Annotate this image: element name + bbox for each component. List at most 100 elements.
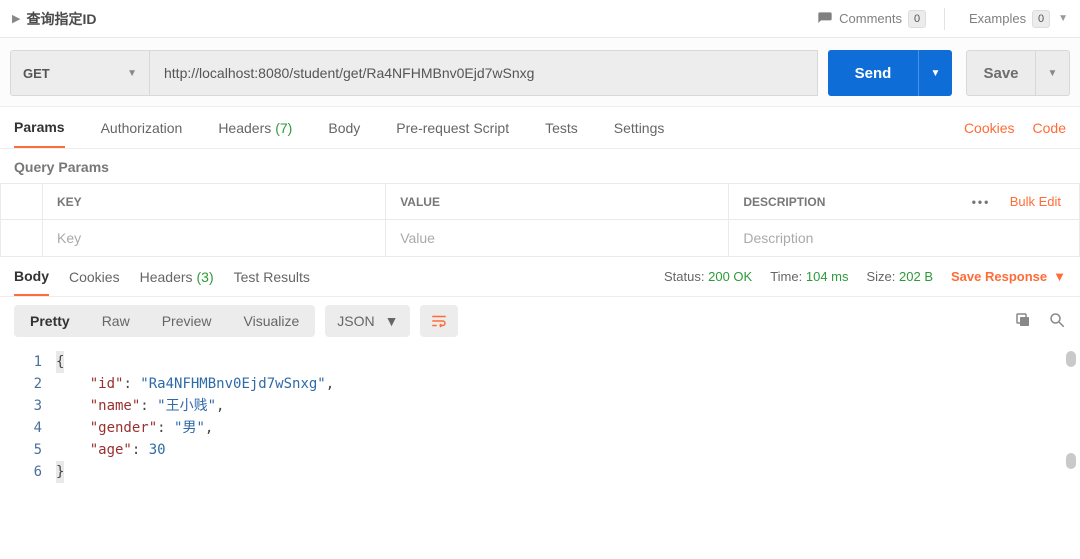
opt-label: Preview	[162, 313, 212, 329]
tab-params[interactable]: Params	[14, 107, 65, 148]
line-number: 6	[0, 461, 42, 483]
resp-tab-cookies[interactable]: Cookies	[69, 257, 120, 296]
chevron-down-icon: ▼	[1048, 68, 1058, 79]
view-pretty[interactable]: Pretty	[14, 305, 86, 337]
status-value: 200 OK	[708, 269, 752, 284]
scrollbar-thumb[interactable]	[1066, 453, 1076, 469]
tab-label: Settings	[614, 120, 665, 136]
copy-icon[interactable]	[1014, 311, 1032, 332]
resp-tab-headers[interactable]: Headers(3)	[140, 257, 214, 296]
line-number: 1	[0, 351, 42, 373]
bulk-edit-link[interactable]: Bulk Edit	[1010, 194, 1061, 209]
line-gutter: 123456	[0, 351, 56, 483]
cookies-link[interactable]: Cookies	[964, 120, 1015, 136]
line-number: 4	[0, 417, 42, 439]
time-block: Time: 104 ms	[770, 269, 848, 284]
examples-label: Examples	[969, 11, 1026, 26]
col-actions: ••• Bulk Edit	[910, 184, 1080, 220]
resp-tab-body[interactable]: Body	[14, 257, 49, 296]
tab-label: Pre-request Script	[396, 120, 509, 136]
tab-label: Test Results	[234, 269, 310, 285]
checkbox-col	[1, 184, 43, 220]
chevron-down-icon: ▼	[1053, 269, 1066, 284]
tab-label: Params	[14, 119, 65, 135]
code-text[interactable]: { "id": "Ra4NFHMBnv0Ejd7wSnxg", "name": …	[56, 351, 1080, 483]
comments-count: 0	[908, 10, 926, 28]
headers-count: (3)	[197, 269, 214, 285]
search-icon[interactable]	[1048, 311, 1066, 332]
format-value: JSON	[337, 313, 374, 329]
examples-button[interactable]: Examples 0 ▼	[969, 10, 1068, 28]
examples-count: 0	[1032, 10, 1050, 28]
comments-label: Comments	[839, 11, 902, 26]
save-label: Save	[983, 65, 1018, 82]
response-body-toolbar: Pretty Raw Preview Visualize JSON ▼	[0, 297, 1080, 345]
description-input[interactable]	[743, 230, 1065, 246]
tab-headers[interactable]: Headers(7)	[218, 107, 292, 148]
tab-label: Headers	[140, 269, 193, 285]
scrollbar-thumb[interactable]	[1066, 351, 1076, 367]
table-header-row: KEY VALUE DESCRIPTION ••• Bulk Edit	[1, 184, 1080, 220]
opt-label: Visualize	[244, 313, 300, 329]
row-checkbox[interactable]	[1, 220, 43, 257]
send-button[interactable]: Send	[828, 50, 918, 96]
comment-icon	[817, 11, 833, 27]
tab-body[interactable]: Body	[328, 107, 360, 148]
view-mode-segment: Pretty Raw Preview Visualize	[14, 305, 315, 337]
send-options-button[interactable]: ▼	[918, 50, 952, 96]
format-select[interactable]: JSON ▼	[325, 305, 410, 337]
chevron-down-icon: ▼	[1058, 13, 1068, 24]
tab-label: Authorization	[101, 120, 183, 136]
line-number: 5	[0, 439, 42, 461]
send-label: Send	[855, 65, 892, 82]
view-preview[interactable]: Preview	[146, 305, 228, 337]
query-params-table: KEY VALUE DESCRIPTION ••• Bulk Edit	[0, 183, 1080, 257]
tab-label: Body	[14, 268, 49, 284]
tab-prerequest[interactable]: Pre-request Script	[396, 107, 509, 148]
divider	[944, 8, 945, 30]
request-title-bar: ▶ 查询指定ID Comments 0 Examples 0 ▼	[0, 0, 1080, 38]
save-response-label: Save Response	[951, 269, 1047, 284]
view-visualize[interactable]: Visualize	[228, 305, 316, 337]
url-input[interactable]: http://localhost:8080/student/get/Ra4NFH…	[150, 50, 818, 96]
response-tabs: Body Cookies Headers(3) Test Results Sta…	[0, 257, 1080, 297]
time-label: Time:	[770, 269, 802, 284]
url-bar: GET ▼ http://localhost:8080/student/get/…	[0, 38, 1080, 107]
col-description: DESCRIPTION	[729, 184, 910, 220]
code-link[interactable]: Code	[1033, 120, 1066, 136]
tab-settings[interactable]: Settings	[614, 107, 665, 148]
value-input[interactable]	[400, 230, 714, 246]
chevron-down-icon: ▼	[127, 68, 137, 79]
table-row	[1, 220, 1080, 257]
view-raw[interactable]: Raw	[86, 305, 146, 337]
size-block: Size: 202 B	[867, 269, 934, 284]
http-method-select[interactable]: GET ▼	[10, 50, 150, 96]
comments-button[interactable]: Comments 0	[817, 10, 926, 28]
col-value: VALUE	[386, 184, 729, 220]
resp-tab-test-results[interactable]: Test Results	[234, 257, 310, 296]
key-input[interactable]	[57, 230, 371, 246]
status-label: Status:	[664, 269, 704, 284]
line-number: 3	[0, 395, 42, 417]
http-method-value: GET	[23, 66, 50, 81]
wrap-lines-button[interactable]	[420, 305, 458, 337]
tab-authorization[interactable]: Authorization	[101, 107, 183, 148]
save-options-button[interactable]: ▼	[1036, 50, 1070, 96]
col-key: KEY	[43, 184, 386, 220]
chevron-down-icon: ▼	[385, 313, 399, 329]
save-button[interactable]: Save	[966, 50, 1036, 96]
size-value: 202 B	[899, 269, 933, 284]
collapse-triangle-icon[interactable]: ▶	[12, 12, 20, 25]
more-options-icon[interactable]: •••	[972, 195, 991, 209]
tab-tests[interactable]: Tests	[545, 107, 578, 148]
chevron-down-icon: ▼	[931, 68, 941, 79]
tab-label: Tests	[545, 120, 578, 136]
line-number: 2	[0, 373, 42, 395]
tab-label: Body	[328, 120, 360, 136]
status-block: Status: 200 OK	[664, 269, 752, 284]
opt-label: Pretty	[30, 313, 70, 329]
request-tabs: Params Authorization Headers(7) Body Pre…	[0, 107, 1080, 149]
tab-label: Headers	[218, 120, 271, 136]
save-response-button[interactable]: Save Response ▼	[951, 269, 1066, 284]
headers-count: (7)	[275, 120, 292, 136]
